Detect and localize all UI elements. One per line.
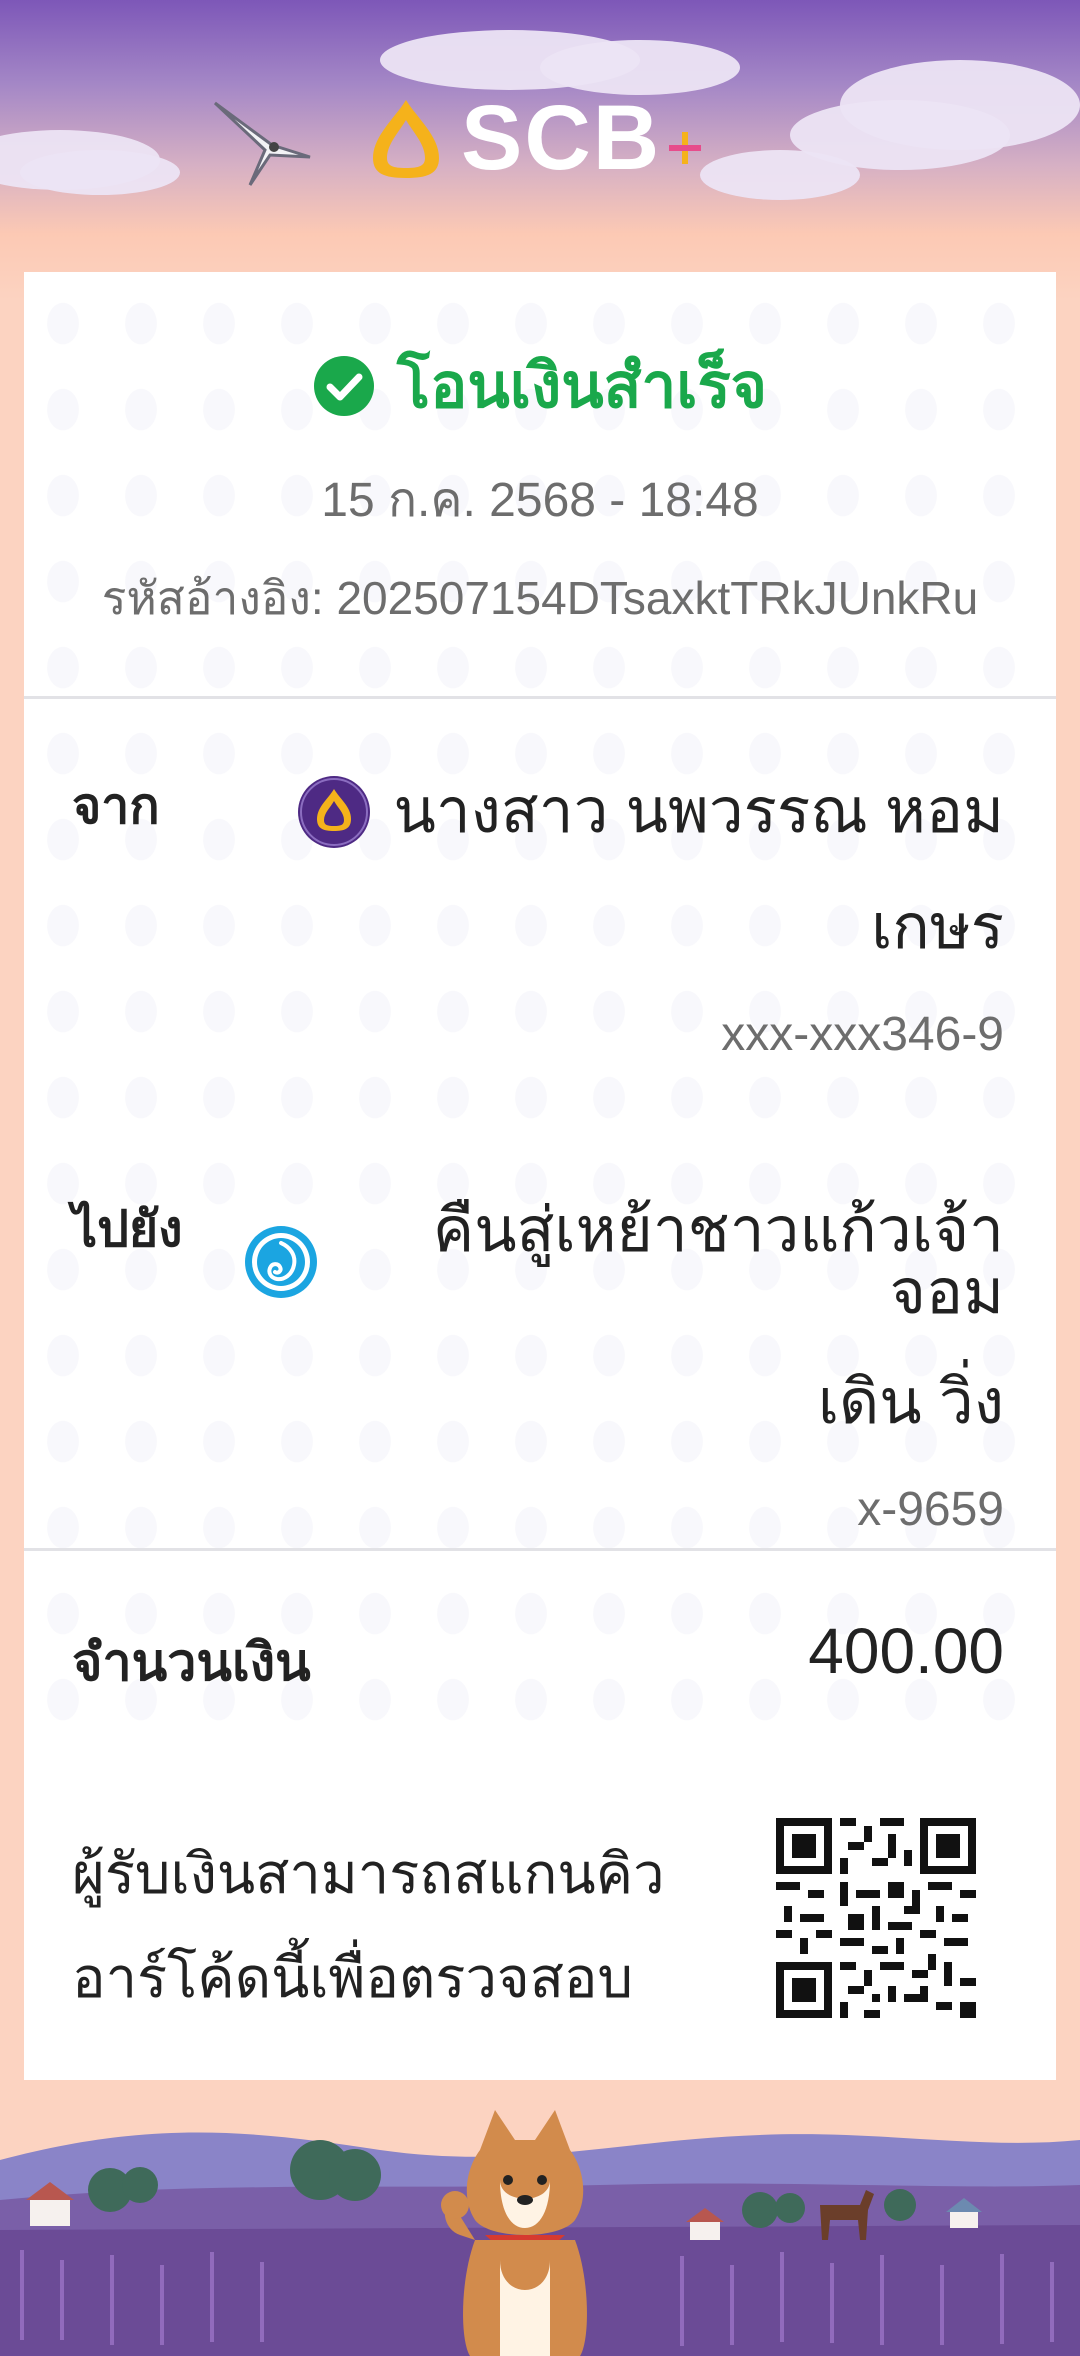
qr-verify-section: ผู้รับเงินสามารถสแกนคิว อาร์โค้ดนี้เพื่อ… [24, 1752, 1056, 2092]
sender-name-continued: เกษร [871, 893, 1004, 962]
reference-label: รหัสอ้างอิง: [101, 572, 324, 624]
krungthai-bank-icon [245, 1226, 317, 1298]
to-party: คืนสู่เหย้าชาวแก้วเจ้าจอม เดิน วิ่ง x-96… [244, 1200, 1004, 1537]
amount-value: 400.00 [808, 1615, 1004, 1687]
status-row: โอนเงินสำเร็จ [24, 337, 1056, 435]
cloud [20, 150, 180, 195]
sender-name: นางสาว นพวรรณ หอม [393, 777, 1004, 846]
to-label: ไปยัง [72, 1201, 183, 1257]
status-title: โอนเงินสำเร็จ [396, 352, 768, 421]
qr-instruction: ผู้รับเงินสามารถสแกนคิว อาร์โค้ดนี้เพื่อ… [72, 1822, 712, 2030]
scb-logo: SCB [365, 87, 701, 189]
qr-instruction-line2: อาร์โค้ดนี้เพื่อตรวจสอบ [72, 1946, 634, 2009]
transaction-datetime: 15 ก.ค. 2568 - 18:48 [321, 474, 759, 527]
qr-code[interactable] [776, 1818, 976, 2018]
plus-sparkle-icon [669, 132, 701, 164]
brand-name: SCB [461, 87, 662, 189]
from-party: นางสาว นพวรรณ หอม เกษร xxx-xxx346-9 [244, 775, 1004, 1062]
cloud [700, 150, 860, 200]
recipient-name-continued: เดิน วิ่ง [817, 1368, 1004, 1437]
divider [24, 1548, 1056, 1551]
recipient-name: คืนสู่เหย้าชาวแก้วเจ้าจอม [432, 1196, 1004, 1327]
reference-value: 202507154DTsaxktTRkJUnkRu [336, 572, 979, 624]
check-circle-icon [313, 356, 374, 416]
shiba-dog-mascot [441, 2110, 587, 2356]
from-label: จาก [72, 778, 160, 834]
scb-bank-icon [298, 776, 371, 848]
sender-account: xxx-xxx346-9 [721, 1008, 1004, 1061]
bird-illustration [213, 101, 311, 186]
divider [24, 696, 1056, 699]
amount-label: จำนวนเงิน [72, 1634, 311, 1692]
reference-code: รหัสอ้างอิง: 202507154DTsaxktTRkJUnkRu [24, 562, 1056, 635]
app-header: SCB [0, 0, 1080, 300]
qr-instruction-line1: ผู้รับเงินสามารถสแกนคิว [72, 1842, 665, 1905]
scb-logo-icon [373, 100, 439, 178]
recipient-account: x-9659 [857, 1483, 1004, 1536]
receipt-card: โอนเงินสำเร็จ 15 ก.ค. 2568 - 18:48 รหัสอ… [24, 272, 1056, 2092]
